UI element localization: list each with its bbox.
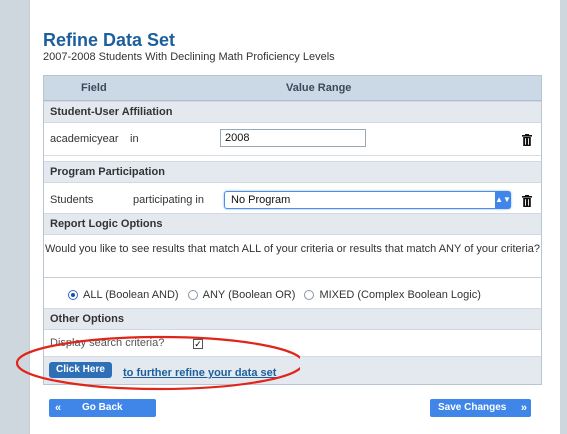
trash-icon[interactable] [522, 195, 532, 207]
radio-indicator[interactable] [187, 290, 198, 300]
refine-link[interactable]: to further refine your data set [123, 367, 276, 379]
logic-question: Would you like to see results that match… [44, 243, 541, 255]
section-student-affiliation: Student-User Affiliation [44, 101, 541, 123]
section-report-logic: Report Logic Options [44, 213, 541, 235]
logic-radio-group: ALL (Boolean AND) ANY (Boolean OR) MIXED… [68, 289, 487, 303]
table-header: Field Value Range [44, 76, 541, 101]
header-value-range: Value Range [286, 82, 352, 94]
criteria-table: Field Value Range Student-User Affiliati… [43, 75, 542, 385]
header-field: Field [81, 82, 107, 94]
section-label: Report Logic Options [50, 218, 163, 230]
radio-any[interactable]: ANY (Boolean OR) [187, 289, 296, 301]
field-students: Students [50, 194, 94, 206]
section-other-options: Other Options [44, 308, 541, 330]
divider [44, 155, 541, 156]
radio-all[interactable]: ALL (Boolean AND) [68, 289, 179, 301]
double-chevron-left-icon: « [55, 402, 62, 414]
radio-any-label: ANY (Boolean OR) [202, 289, 296, 301]
operator-in: in [130, 133, 139, 145]
program-select[interactable]: No Program ▲▼ [224, 191, 511, 209]
page-title: Refine Data Set [43, 30, 176, 50]
divider [44, 277, 541, 278]
field-academicyear: academicyear [50, 133, 119, 145]
section-label: Student-User Affiliation [50, 106, 173, 118]
select-arrows-icon[interactable]: ▲▼ [495, 191, 511, 209]
display-criteria-checkbox[interactable]: ✓ [193, 339, 203, 349]
display-criteria-label: Display search criteria? [50, 337, 165, 349]
academicyear-input[interactable]: 2008 [220, 129, 366, 147]
click-here-button[interactable]: Click Here [49, 362, 112, 378]
program-selected-value: No Program [231, 194, 291, 206]
double-chevron-right-icon: » [520, 402, 527, 414]
section-program-participation: Program Participation [44, 161, 541, 183]
operator-participating-in: participating in [133, 194, 204, 206]
trash-icon[interactable] [522, 134, 532, 146]
save-changes-button[interactable]: Save Changes » [430, 399, 531, 417]
radio-all-label: ALL (Boolean AND) [83, 289, 179, 301]
radio-mixed[interactable]: MIXED (Complex Boolean Logic) [304, 289, 481, 301]
go-back-label: Go Back [82, 402, 123, 413]
radio-indicator[interactable] [304, 290, 315, 300]
section-label: Other Options [50, 313, 124, 325]
radio-mixed-label: MIXED (Complex Boolean Logic) [319, 289, 481, 301]
refine-bar: Click Here to further refine your data s… [44, 356, 541, 384]
refine-panel: Refine Data Set 2007-2008 Students With … [29, 0, 560, 434]
section-label: Program Participation [50, 166, 165, 178]
radio-selected-indicator[interactable] [68, 290, 78, 300]
save-changes-label: Save Changes [438, 402, 507, 413]
page-subtitle: 2007-2008 Students With Declining Math P… [43, 51, 335, 63]
go-back-button[interactable]: « Go Back [49, 399, 156, 417]
